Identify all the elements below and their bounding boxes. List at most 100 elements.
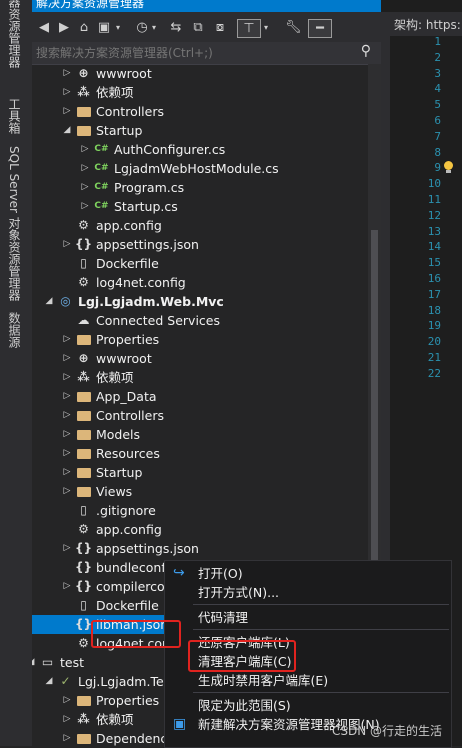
lightbulb-icon[interactable]: [443, 161, 454, 175]
line-number: 11: [427, 193, 441, 206]
tree-item[interactable]: ▷ ⁂ 依赖项: [32, 83, 368, 102]
expand-arrow-icon[interactable]: ▷: [62, 102, 72, 121]
collapse-arrow-icon[interactable]: ◢: [32, 653, 36, 672]
expand-arrow-icon[interactable]: ▷: [62, 691, 72, 710]
pending-changes-icon[interactable]: ◷: [134, 19, 150, 36]
tree-item[interactable]: ▷ Models: [32, 425, 368, 444]
tree-item[interactable]: ▷ C# Startup.cs: [32, 197, 368, 216]
tree-item[interactable]: ⚙ app.config: [32, 216, 368, 235]
pin-icon[interactable]: ━: [308, 19, 332, 38]
tree-item[interactable]: ▯ Dockerfile: [32, 254, 368, 273]
scrollbar-thumb[interactable]: [371, 230, 378, 614]
watermark: CSDN @行走的生活: [332, 724, 443, 738]
folder-icon: [76, 693, 91, 708]
tree-item[interactable]: ▷ ⊕ wwwroot: [32, 349, 368, 368]
tree-item[interactable]: ▷ Controllers: [32, 406, 368, 425]
collapse-arrow-icon[interactable]: ◢: [44, 292, 54, 311]
architecture-label: 架构: https:: [394, 18, 461, 32]
tree-item[interactable]: ▷ Resources: [32, 444, 368, 463]
expand-arrow-icon[interactable]: ▷: [62, 729, 72, 746]
dropdown-icon[interactable]: ▾: [262, 19, 270, 36]
expand-arrow-icon[interactable]: ▷: [62, 406, 72, 425]
tree-item[interactable]: ⚙ app.config: [32, 520, 368, 539]
properties-wrench-icon[interactable]: 🔧︎: [285, 19, 302, 36]
tree-item[interactable]: ▷ C# LgjadmWebHostModule.cs: [32, 159, 368, 178]
expand-arrow-icon[interactable]: ▷: [62, 482, 72, 501]
expand-arrow-icon[interactable]: ▷: [62, 444, 72, 463]
toolbox-tab[interactable]: 工具箱: [6, 98, 23, 134]
expand-arrow-icon[interactable]: ▷: [62, 83, 72, 102]
scope-to-this-menu-item[interactable]: 限定为此范围(S): [165, 696, 451, 715]
expand-arrow-icon[interactable]: ▷: [62, 387, 72, 406]
collapse-all-icon[interactable]: ⧉: [190, 19, 206, 36]
tree-item[interactable]: ◢ Startup: [32, 121, 368, 140]
tree-item[interactable]: ▷ C# AuthConfigurer.cs: [32, 140, 368, 159]
open-icon: ↪: [173, 565, 185, 581]
tree-item[interactable]: ▯ .gitignore: [32, 501, 368, 520]
folder-icon: [76, 104, 91, 119]
tree-item[interactable]: ▷ Controllers: [32, 102, 368, 121]
expand-arrow-icon[interactable]: ▷: [80, 140, 90, 159]
data-sources-tab[interactable]: 数据源: [6, 312, 23, 348]
expand-arrow-icon[interactable]: ▷: [80, 159, 90, 178]
open-with-menu-item[interactable]: 打开方式(N)...: [165, 583, 451, 602]
folder-icon: [76, 427, 91, 442]
expand-arrow-icon[interactable]: ▷: [62, 577, 72, 596]
tree-item[interactable]: ☁ Connected Services: [32, 311, 368, 330]
tree-item-label: Startup: [96, 123, 143, 138]
tree-item[interactable]: ▷ C# Program.cs: [32, 178, 368, 197]
home-icon[interactable]: ⌂: [76, 19, 92, 36]
tree-item[interactable]: ▷ App_Data: [32, 387, 368, 406]
expand-arrow-icon[interactable]: ▷: [62, 368, 72, 387]
tree-item[interactable]: ▷ ⁂ 依赖项: [32, 368, 368, 387]
dropdown-icon[interactable]: ▾: [150, 19, 158, 36]
menu-item-label: 打开方式(N)...: [198, 585, 280, 600]
config-file-icon: ⚙: [78, 275, 89, 289]
line-number: 3: [434, 66, 441, 80]
tree-item[interactable]: ◢ ◎ Lgj.Lgjadm.Web.Mvc: [32, 292, 368, 311]
tree-item[interactable]: ▷{} appsettings.json: [32, 235, 368, 254]
search-icon[interactable]: ⚲: [361, 43, 371, 59]
collapse-arrow-icon[interactable]: ◢: [44, 672, 54, 691]
code-cleanup-menu-item[interactable]: 代码清理: [165, 608, 451, 627]
expand-arrow-icon[interactable]: ▷: [80, 178, 90, 197]
menu-item-label: 限定为此范围(S): [198, 698, 291, 713]
show-all-files-icon[interactable]: ⧇: [212, 19, 228, 36]
expand-arrow-icon[interactable]: ▷: [62, 539, 72, 558]
disable-restore-on-build-menu-item[interactable]: 生成时禁用客户端库(E): [165, 671, 451, 690]
expand-arrow-icon[interactable]: ▷: [62, 64, 72, 83]
menu-item-label: 生成时禁用客户端库(E): [198, 673, 329, 688]
tree-item-label: App_Data: [96, 389, 157, 404]
menu-item-label: 打开(O): [198, 566, 243, 581]
back-icon[interactable]: ◀: [36, 19, 52, 36]
sync-icon[interactable]: ⇆: [168, 19, 184, 36]
expand-arrow-icon[interactable]: ▷: [62, 463, 72, 482]
tree-item[interactable]: ▷ ⊕ wwwroot: [32, 64, 368, 83]
switch-views-icon[interactable]: ▣: [96, 19, 112, 36]
tree-item[interactable]: ▷ Properties: [32, 330, 368, 349]
search-input[interactable]: [36, 44, 336, 61]
folder-icon: [76, 446, 91, 461]
expand-arrow-icon[interactable]: ▷: [80, 197, 90, 216]
folder-icon: [76, 465, 91, 480]
preview-selected-icon[interactable]: ⊤: [237, 19, 261, 38]
sql-server-explorer-tab[interactable]: SQL Server 对象资源管理器: [6, 146, 23, 301]
tree-item[interactable]: ▷ Startup: [32, 463, 368, 482]
collapse-arrow-icon[interactable]: ◢: [62, 121, 72, 140]
expand-arrow-icon[interactable]: ▷: [62, 235, 72, 254]
expand-arrow-icon[interactable]: ▷: [62, 710, 72, 729]
open-menu-item[interactable]: ↪ 打开(O): [165, 564, 451, 583]
server-explorer-tab[interactable]: 服务器资源管理器: [6, 0, 23, 68]
search-bar: ⚲: [32, 42, 381, 65]
forward-icon[interactable]: ▶: [56, 19, 72, 36]
line-number: 16: [427, 272, 441, 285]
tree-item-label: app.config: [96, 522, 162, 537]
expand-arrow-icon[interactable]: ▷: [62, 330, 72, 349]
json-file-icon: {}: [74, 579, 93, 593]
tree-item[interactable]: ⚙ log4net.config: [32, 273, 368, 292]
expand-arrow-icon[interactable]: ▷: [62, 349, 72, 368]
tree-item[interactable]: ▷{} appsettings.json: [32, 539, 368, 558]
tree-item[interactable]: ▷ Views: [32, 482, 368, 501]
dropdown-icon[interactable]: ▾: [114, 19, 122, 36]
expand-arrow-icon[interactable]: ▷: [62, 425, 72, 444]
